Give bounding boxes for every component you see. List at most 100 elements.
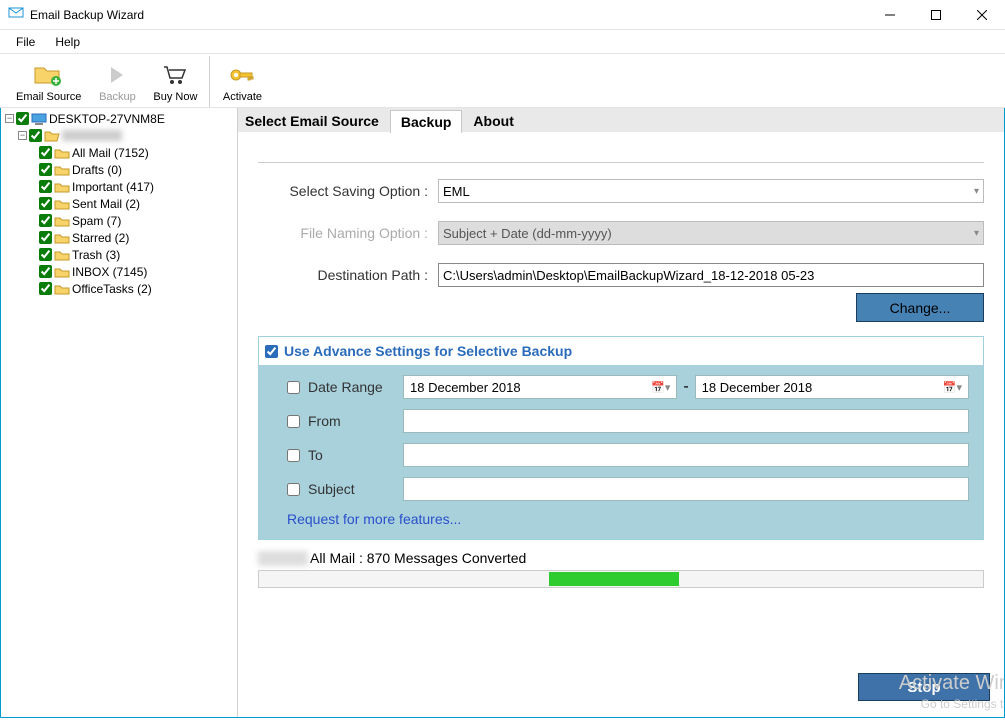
tree-item[interactable]: Trash (3) (3, 246, 235, 263)
minimize-button[interactable] (867, 0, 913, 30)
subject-label: Subject (308, 481, 403, 497)
advance-settings-panel: Use Advance Settings for Selective Backu… (258, 336, 984, 540)
tree-item[interactable]: Important (417) (3, 178, 235, 195)
stop-button[interactable]: Stop (858, 673, 990, 701)
tree-item[interactable]: INBOX (7145) (3, 263, 235, 280)
folder-icon (54, 266, 70, 278)
subject-checkbox[interactable] (287, 483, 300, 496)
date-range-dash: - (677, 378, 694, 396)
backup-tab-body: Select Saving Option : EML ▾ File Naming… (238, 132, 1004, 717)
saving-option-value: EML (443, 184, 470, 199)
titlebar: Email Backup Wizard (0, 0, 1005, 30)
tree-item-checkbox[interactable] (39, 180, 52, 193)
tree-item[interactable]: Drafts (0) (3, 161, 235, 178)
saving-option-select[interactable]: EML ▾ (438, 179, 984, 203)
folder-icon (54, 181, 70, 193)
tree-item[interactable]: All Mail (7152) (3, 144, 235, 161)
saving-option-label: Select Saving Option : (258, 183, 438, 199)
tree-root-checkbox[interactable] (16, 112, 29, 125)
destination-input[interactable] (438, 263, 984, 287)
to-label: To (308, 447, 403, 463)
menu-file[interactable]: File (6, 32, 45, 52)
tree-root-label: DESKTOP-27VNM8E (49, 112, 165, 126)
tab-backup[interactable]: Backup (390, 110, 463, 133)
activate-label: Activate (223, 91, 262, 103)
tree-item-checkbox[interactable] (39, 282, 52, 295)
from-checkbox[interactable] (287, 415, 300, 428)
backup-label: Backup (99, 91, 136, 103)
tab-select-source[interactable]: Select Email Source (238, 109, 390, 132)
advance-settings-checkbox[interactable] (265, 345, 278, 358)
tab-about[interactable]: About (462, 109, 524, 132)
naming-option-label: File Naming Option : (258, 225, 438, 241)
tree-item-label: Trash (3) (72, 248, 120, 262)
tree-account-label-blur (62, 130, 122, 141)
tree-account[interactable]: − (3, 127, 235, 144)
to-checkbox[interactable] (287, 449, 300, 462)
folder-icon (54, 232, 70, 244)
tree-item-label: Drafts (0) (72, 163, 122, 177)
date-range-label: Date Range (308, 379, 403, 395)
main-split: − DESKTOP-27VNM8E − All Mail (7152) Draft… (0, 108, 1005, 718)
tree-item-label: Sent Mail (2) (72, 197, 140, 211)
buy-now-label: Buy Now (153, 91, 197, 103)
app-icon (8, 4, 24, 25)
tree-item[interactable]: OfficeTasks (2) (3, 280, 235, 297)
calendar-icon: 📅▾ (943, 381, 962, 394)
folder-open-icon (44, 130, 60, 142)
request-features-link[interactable]: Request for more features... (287, 507, 969, 529)
date-range-end-input[interactable]: 18 December 2018 📅▾ (695, 375, 969, 399)
cart-icon (162, 61, 188, 89)
from-input[interactable] (403, 409, 969, 433)
folder-icon (54, 249, 70, 261)
menu-help[interactable]: Help (45, 32, 90, 52)
tree-item-checkbox[interactable] (39, 214, 52, 227)
chevron-down-icon: ▾ (974, 228, 979, 239)
subject-input[interactable] (403, 477, 969, 501)
to-input[interactable] (403, 443, 969, 467)
tree-root[interactable]: − DESKTOP-27VNM8E (3, 110, 235, 127)
from-label: From (308, 413, 403, 429)
close-button[interactable] (959, 0, 1005, 30)
tree-item-label: Spam (7) (72, 214, 121, 228)
play-icon (107, 61, 127, 89)
date-range-start-input[interactable]: 18 December 2018 📅▾ (403, 375, 677, 399)
folder-icon (54, 198, 70, 210)
activate-button[interactable]: Activate (214, 56, 270, 107)
maximize-button[interactable] (913, 0, 959, 30)
content-pane: Select Email Source Backup About Select … (238, 108, 1004, 717)
key-icon (228, 61, 256, 89)
tree-item-checkbox[interactable] (39, 265, 52, 278)
naming-option-value: Subject + Date (dd-mm-yyyy) (443, 226, 612, 241)
folder-plus-icon (33, 61, 65, 89)
tree-item-checkbox[interactable] (39, 197, 52, 210)
tree-item-label: Starred (2) (72, 231, 129, 245)
change-button[interactable]: Change... (856, 293, 984, 322)
tabs: Select Email Source Backup About (238, 108, 1004, 132)
tree-item-label: Important (417) (72, 180, 154, 194)
tree-account-checkbox[interactable] (29, 129, 42, 142)
naming-option-select: Subject + Date (dd-mm-yyyy) ▾ (438, 221, 984, 245)
tree-item-checkbox[interactable] (39, 248, 52, 261)
tree-item-label: OfficeTasks (2) (72, 282, 152, 296)
email-source-button[interactable]: Email Source (8, 56, 89, 107)
tree-item-label: INBOX (7145) (72, 265, 147, 279)
calendar-icon: 📅▾ (651, 381, 670, 394)
backup-button[interactable]: Backup (89, 56, 145, 107)
folder-icon (54, 147, 70, 159)
menubar: File Help (0, 30, 1005, 54)
folder-icon (54, 164, 70, 176)
tree-item-checkbox[interactable] (39, 163, 52, 176)
date-range-checkbox[interactable] (287, 381, 300, 394)
email-source-label: Email Source (16, 91, 81, 103)
tree-item[interactable]: Starred (2) (3, 229, 235, 246)
tree-item[interactable]: Sent Mail (2) (3, 195, 235, 212)
folder-tree[interactable]: − DESKTOP-27VNM8E − All Mail (7152) Draft… (1, 108, 238, 717)
tree-item-checkbox[interactable] (39, 146, 52, 159)
progress-bar (258, 570, 984, 588)
tree-item[interactable]: Spam (7) (3, 212, 235, 229)
progress-section: All Mail : 870 Messages Converted (258, 550, 984, 588)
advance-settings-title: Use Advance Settings for Selective Backu… (284, 343, 572, 359)
buy-now-button[interactable]: Buy Now (145, 56, 205, 107)
tree-item-checkbox[interactable] (39, 231, 52, 244)
